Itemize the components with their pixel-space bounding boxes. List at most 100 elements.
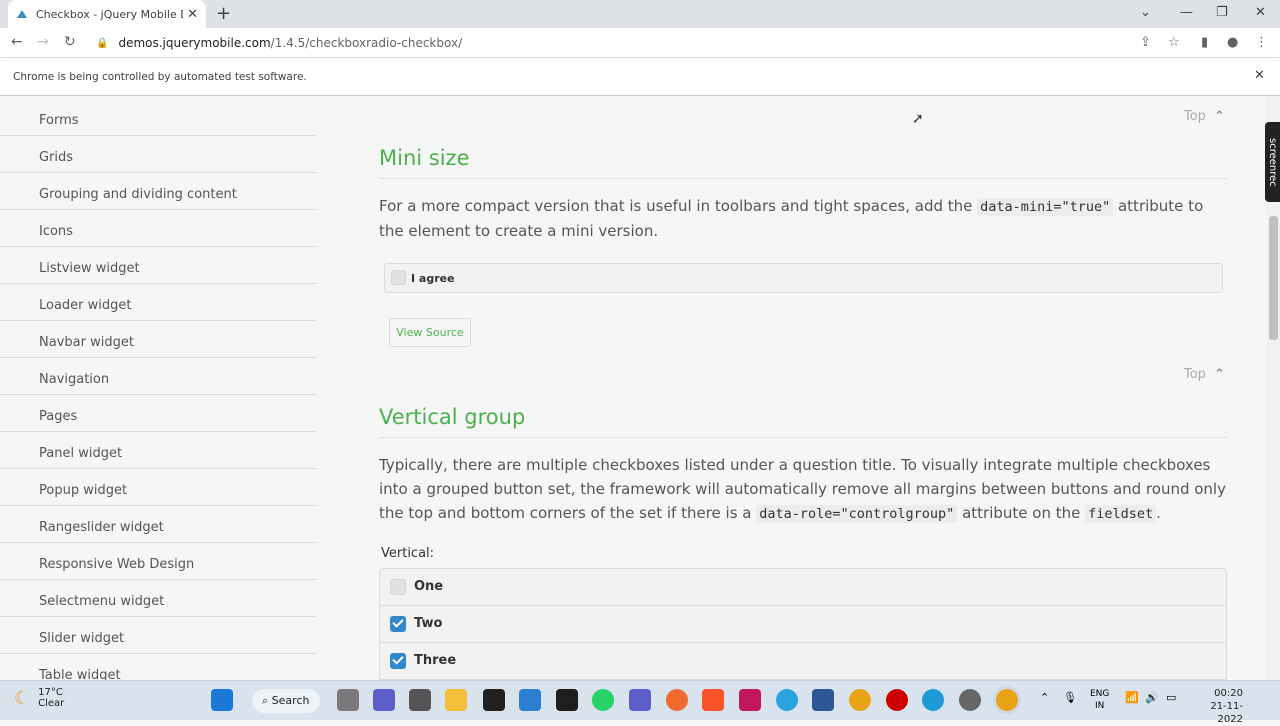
chevron-up-icon: ⌃ bbox=[1213, 109, 1225, 124]
browser-menu-icon[interactable]: ⋮ bbox=[1255, 35, 1268, 50]
checkbox-one[interactable]: One bbox=[380, 569, 1226, 606]
clock-time: 00:20 bbox=[1214, 688, 1243, 699]
whatsapp-icon[interactable] bbox=[592, 689, 614, 711]
sidebar-item-loader[interactable]: Loader widget bbox=[0, 284, 317, 321]
forward-arrow-icon[interactable]: → bbox=[37, 34, 49, 50]
back-arrow-icon[interactable]: ← bbox=[11, 34, 23, 50]
sidebar-item-panel[interactable]: Panel widget bbox=[0, 432, 317, 469]
settings-gear-icon[interactable] bbox=[959, 689, 981, 711]
brave-icon[interactable] bbox=[702, 689, 724, 711]
divider bbox=[379, 437, 1227, 438]
app-icon[interactable] bbox=[812, 689, 834, 711]
file-explorer-icon[interactable] bbox=[445, 689, 467, 711]
tab-strip: Checkbox - jQuery Mobile Demo ✕ + ⌄ — ❐ … bbox=[0, 0, 1280, 28]
maximize-icon[interactable]: ❐ bbox=[1216, 5, 1228, 20]
terminal-icon[interactable] bbox=[556, 689, 578, 711]
sidebar-nav: Forms Grids Grouping and dividing conten… bbox=[0, 96, 317, 680]
checkbox-two[interactable]: Two bbox=[380, 606, 1226, 643]
weather-condition: Clear bbox=[38, 698, 65, 709]
side-panel-icon[interactable]: ▮ bbox=[1201, 35, 1208, 50]
tray-chevron-up-icon[interactable]: ⌃ bbox=[1040, 691, 1049, 704]
telegram-icon[interactable] bbox=[776, 689, 798, 711]
vertical-group-heading: Vertical group bbox=[379, 405, 526, 429]
sidebar-item-grids[interactable]: Grids bbox=[0, 136, 317, 173]
address-bar[interactable]: 🔒 demos.jquerymobile.com /1.4.5/checkbox… bbox=[90, 32, 1190, 54]
tab-title: Checkbox - jQuery Mobile Demo bbox=[36, 7, 183, 21]
mini-description: For a more compact version that is usefu… bbox=[379, 194, 1227, 243]
mouse-cursor-icon: ➚ bbox=[912, 111, 924, 127]
sidebar-item-navigation[interactable]: Navigation bbox=[0, 358, 317, 395]
app-icon[interactable] bbox=[409, 689, 431, 711]
mini-text-before: For a more compact version that is usefu… bbox=[379, 197, 978, 215]
tab-search-chevron-down-icon[interactable]: ⌄ bbox=[1140, 5, 1151, 20]
new-tab-icon[interactable]: + bbox=[216, 3, 231, 24]
vertical-code-1: data-role="controlgroup" bbox=[756, 505, 958, 523]
mini-checkbox[interactable]: I agree bbox=[384, 263, 1223, 293]
battery-icon[interactable]: ▭ bbox=[1166, 691, 1176, 704]
vertical-text-2: attribute on the bbox=[957, 504, 1086, 522]
tab-close-icon[interactable]: ✕ bbox=[187, 7, 198, 22]
edge-icon[interactable] bbox=[922, 689, 944, 711]
top-link[interactable]: Top ⌃ bbox=[1184, 109, 1225, 124]
checkbox-checked-icon bbox=[390, 616, 406, 632]
sidebar-item-table[interactable]: Table widget bbox=[0, 654, 317, 680]
start-icon[interactable] bbox=[211, 689, 233, 711]
github-icon[interactable] bbox=[483, 689, 505, 711]
profile-avatar-icon[interactable]: ● bbox=[1227, 35, 1238, 50]
teams-chat-icon[interactable] bbox=[373, 689, 395, 711]
sidebar-item-responsive[interactable]: Responsive Web Design bbox=[0, 543, 317, 580]
checkbox-one-label: One bbox=[414, 579, 444, 594]
checkbox-three[interactable]: Three bbox=[380, 643, 1226, 680]
infobar-close-icon[interactable]: ✕ bbox=[1254, 68, 1265, 83]
weather-widget[interactable]: ☾ 17°C Clear bbox=[14, 687, 64, 709]
browser-tab[interactable]: Checkbox - jQuery Mobile Demo ✕ bbox=[8, 0, 206, 28]
calendar-app-icon[interactable] bbox=[739, 689, 761, 711]
moon-weather-icon: ☾ bbox=[14, 687, 31, 709]
automation-infobar: Chrome is being controlled by automated … bbox=[0, 58, 1280, 96]
microphone-icon[interactable]: 🎙 bbox=[1063, 691, 1077, 704]
view-source-button[interactable]: View Source bbox=[389, 318, 471, 347]
reload-icon[interactable]: ↻ bbox=[64, 34, 76, 50]
lang-region: IN bbox=[1095, 701, 1105, 711]
share-icon[interactable]: ⇪ bbox=[1140, 35, 1151, 50]
screenrec-overlay[interactable]: screenrec bbox=[1265, 122, 1280, 202]
teams-icon[interactable] bbox=[629, 689, 651, 711]
sidebar-item-navbar[interactable]: Navbar widget bbox=[0, 321, 317, 358]
taskbar-search-label: Search bbox=[271, 694, 310, 707]
sidebar-item-pages[interactable]: Pages bbox=[0, 395, 317, 432]
store-icon[interactable] bbox=[519, 689, 541, 711]
wifi-icon[interactable]: 📶 bbox=[1125, 691, 1139, 704]
sidebar-item-slider[interactable]: Slider widget bbox=[0, 617, 317, 654]
taskbar-clock[interactable]: 00:20 21-11-2022 bbox=[1207, 687, 1243, 726]
sidebar-item-popup[interactable]: Popup widget bbox=[0, 469, 317, 506]
sidebar-item-listview[interactable]: Listview widget bbox=[0, 247, 317, 284]
checkbox-two-label: Two bbox=[414, 616, 443, 631]
postman-icon[interactable] bbox=[666, 689, 688, 711]
sidebar-item-icons[interactable]: Icons bbox=[0, 210, 317, 247]
window-close-icon[interactable]: ✕ bbox=[1255, 5, 1266, 20]
language-indicator[interactable]: ENG IN bbox=[1090, 688, 1109, 712]
checkbox-unchecked-icon bbox=[390, 579, 406, 595]
divider bbox=[379, 178, 1227, 179]
weather-temp: 17°C bbox=[38, 687, 63, 698]
search-icon: ⌕ bbox=[262, 694, 272, 707]
windows-taskbar: ☾ 17°C Clear ⌕ Search ⌃ 🎙 ENG IN 📶 🔊 ▭ 0… bbox=[0, 680, 1280, 725]
chrome-active-icon[interactable] bbox=[996, 689, 1018, 711]
task-view-icon[interactable] bbox=[337, 689, 359, 711]
top-link-label-2: Top bbox=[1184, 367, 1206, 382]
sidebar-item-selectmenu[interactable]: Selectmenu widget bbox=[0, 580, 317, 617]
chevron-up-icon: ⌃ bbox=[1213, 367, 1225, 382]
lock-icon: 🔒 bbox=[96, 37, 109, 49]
scrollbar-thumb[interactable] bbox=[1269, 216, 1278, 340]
sidebar-item-rangeslider[interactable]: Rangeslider widget bbox=[0, 506, 317, 543]
top-link-2[interactable]: Top ⌃ bbox=[1184, 367, 1225, 382]
taskbar-search-button[interactable]: ⌕ Search bbox=[252, 689, 320, 713]
record-icon[interactable] bbox=[886, 689, 908, 711]
sidebar-item-forms[interactable]: Forms bbox=[0, 99, 317, 136]
chrome-icon[interactable] bbox=[849, 689, 871, 711]
sidebar-item-grouping[interactable]: Grouping and dividing content bbox=[0, 173, 317, 210]
bookmark-star-icon[interactable]: ☆ bbox=[1168, 35, 1180, 50]
minimize-icon[interactable]: — bbox=[1180, 5, 1193, 20]
volume-icon[interactable]: 🔊 bbox=[1145, 691, 1159, 704]
url-path: /1.4.5/checkboxradio-checkbox/ bbox=[270, 36, 463, 50]
